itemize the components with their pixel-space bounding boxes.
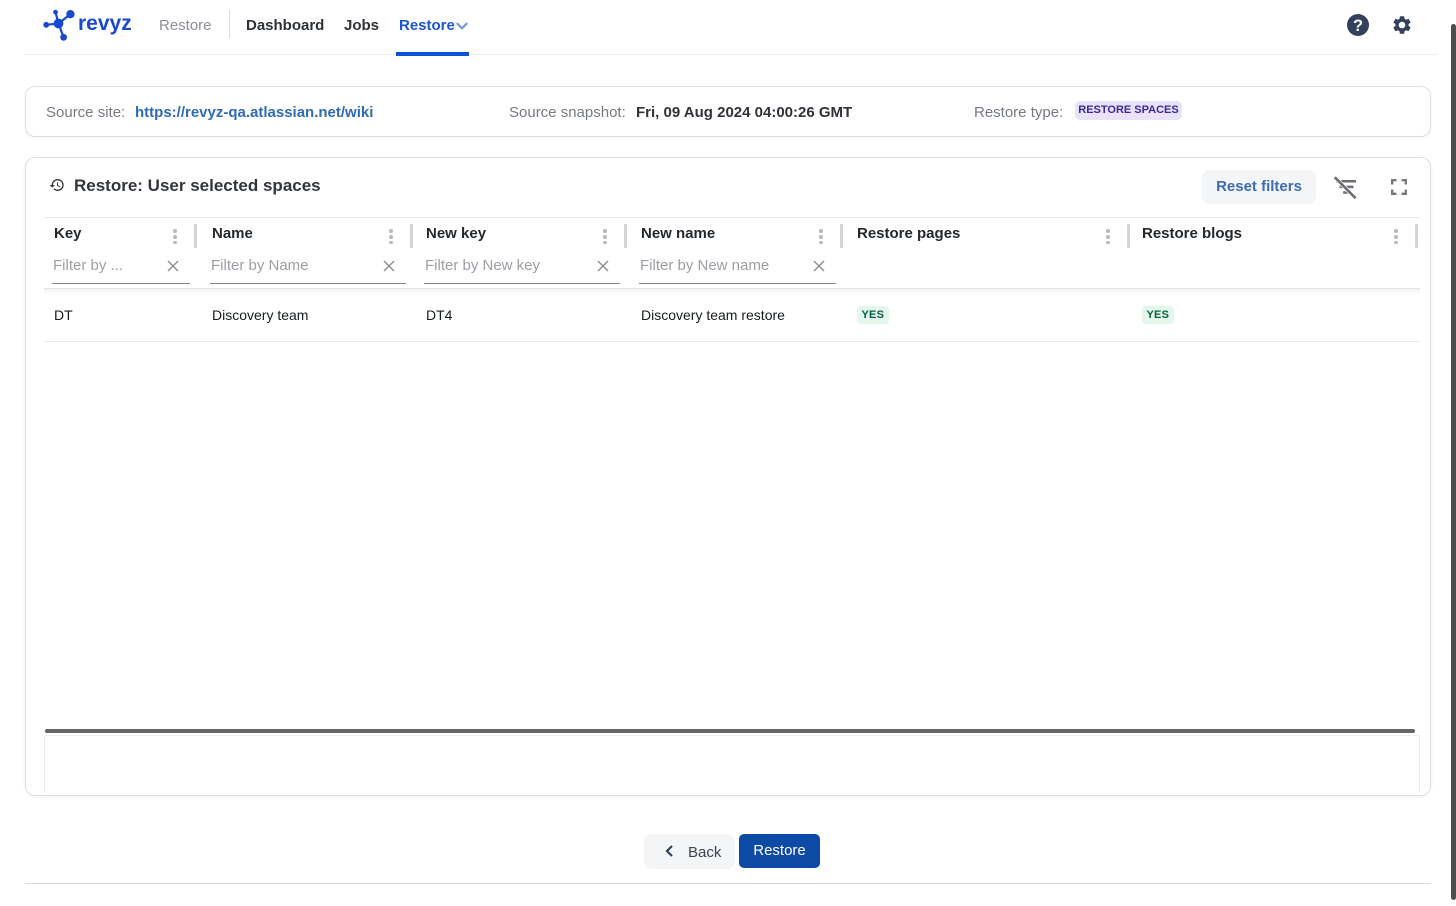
svg-text:?: ?	[1353, 17, 1363, 35]
